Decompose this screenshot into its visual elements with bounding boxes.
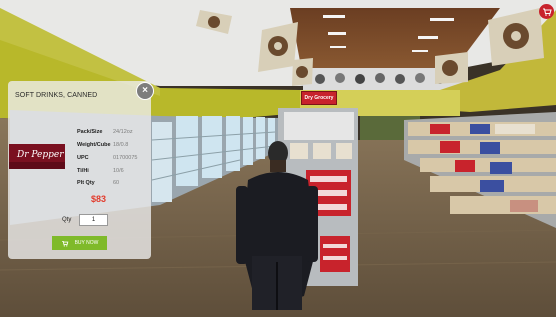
product-info-panel: SOFT DRINKS, CANNED × Dr Pepper Pack/Siz… (8, 81, 154, 259)
spec-label: Ti/Hi (77, 168, 89, 174)
close-button[interactable]: × (136, 82, 154, 100)
spec-plt-qty: Plt Qty 60 (77, 180, 119, 188)
spec-value: 18/0.8 (113, 142, 129, 148)
spec-value: 60 (113, 180, 120, 186)
cart-glyph-icon (542, 8, 552, 16)
spec-ti-hi: Ti/Hi 10/6 (77, 168, 124, 176)
cart-icon (61, 240, 68, 247)
spec-weight-cube: Weight/Cube 18/0.8 (77, 142, 128, 150)
spec-value: 10/6 (113, 168, 124, 174)
spec-label: Weight/Cube (77, 142, 111, 148)
aisle-sign: Dry Grocery (301, 91, 337, 105)
qty-label: Qty (62, 217, 72, 223)
product-image: Dr Pepper (9, 144, 65, 169)
spec-value: 24/12oz (113, 129, 133, 135)
qty-input[interactable]: 1 (79, 214, 108, 226)
spec-label: Plt Qty (77, 180, 95, 186)
buy-now-label: BUY NOW (74, 240, 99, 246)
cart-icon[interactable] (539, 4, 554, 19)
spec-pack-size: Pack/Size 24/12oz (77, 129, 133, 137)
buy-now-button[interactable]: BUY NOW (52, 236, 107, 250)
panel-title: SOFT DRINKS, CANNED (15, 92, 98, 99)
product-brand-text: Dr Pepper (16, 150, 64, 160)
spec-upc: UPC 01700075 (77, 155, 137, 163)
spec-label: UPC (77, 155, 89, 161)
spec-label: Pack/Size (77, 129, 103, 135)
spec-value: 01700075 (113, 155, 138, 161)
product-price: $83 (91, 194, 107, 204)
store-scene: Dry Grocery SOFT DRINKS, CANNED × Dr Pep… (0, 0, 556, 317)
